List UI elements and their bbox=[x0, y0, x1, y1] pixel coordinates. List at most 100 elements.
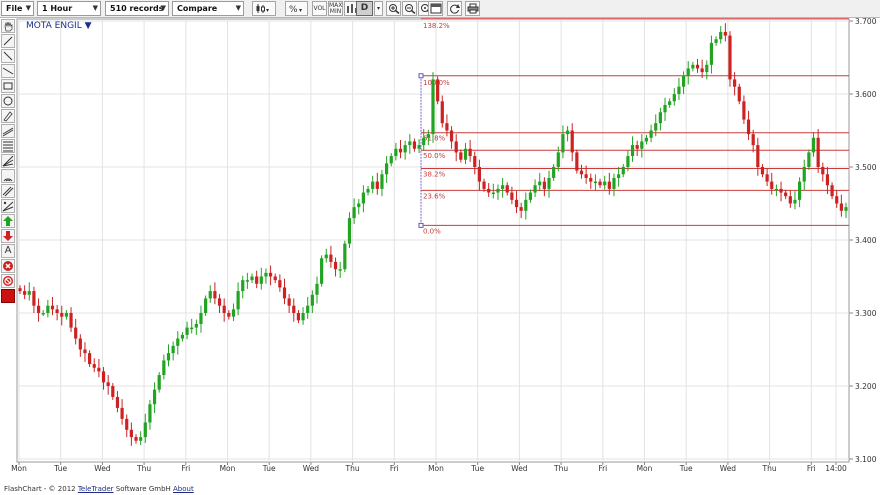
channel-icon bbox=[2, 127, 14, 137]
chart-type-button[interactable]: ▾ bbox=[252, 1, 276, 16]
ray-tool[interactable] bbox=[1, 64, 15, 78]
candle-down bbox=[436, 76, 440, 105]
candle-body bbox=[389, 156, 393, 164]
candle-body bbox=[677, 86, 681, 94]
candle-body bbox=[793, 199, 797, 204]
pen-tool[interactable] bbox=[1, 109, 15, 123]
candle-body bbox=[204, 298, 208, 313]
line-tool[interactable] bbox=[1, 34, 15, 48]
d-button[interactable]: D bbox=[356, 1, 373, 16]
candle-body bbox=[714, 39, 718, 43]
candle-body bbox=[556, 152, 560, 167]
arc-icon bbox=[3, 178, 13, 182]
trend-line-tool[interactable] bbox=[1, 49, 15, 63]
candle-body bbox=[408, 141, 412, 146]
x-tick-label: Tue bbox=[679, 464, 693, 473]
delete-all-tool[interactable] bbox=[1, 274, 15, 288]
candle-body bbox=[106, 382, 110, 386]
candle-body bbox=[380, 174, 384, 189]
y-tick-label: 3.400 bbox=[855, 236, 877, 245]
chevron-down-icon: ▼ bbox=[235, 4, 241, 12]
zoom-out-icon bbox=[404, 4, 415, 14]
candle-body bbox=[654, 123, 658, 131]
candle-body bbox=[760, 167, 765, 175]
print-button[interactable] bbox=[465, 1, 480, 16]
delete-icon bbox=[3, 261, 13, 271]
candle-body bbox=[839, 203, 843, 211]
volume-button[interactable]: VOL bbox=[312, 1, 327, 16]
parallel-lines-tool[interactable] bbox=[1, 184, 15, 198]
sell-arrow-tool[interactable] bbox=[1, 229, 15, 243]
records-select[interactable]: 510 records ▼ bbox=[105, 1, 169, 16]
text-a-icon: A bbox=[4, 245, 12, 256]
candle-body bbox=[125, 418, 129, 430]
x-tick-label: Thu bbox=[762, 464, 777, 473]
color-picker[interactable] bbox=[1, 289, 15, 303]
y-tick-label: 3.500 bbox=[855, 163, 877, 172]
teletrader-link[interactable]: TeleTrader bbox=[78, 485, 114, 493]
candle-body bbox=[148, 404, 152, 423]
minmax-button[interactable]: MAX MIN bbox=[328, 1, 343, 16]
candle-body bbox=[384, 163, 389, 175]
candle-body bbox=[519, 207, 523, 211]
instrument-title[interactable]: MOTA ENGIL ▼ bbox=[26, 21, 92, 31]
candle-body bbox=[139, 437, 143, 441]
file-menu-label: File bbox=[6, 4, 23, 13]
select-tool[interactable] bbox=[1, 19, 15, 33]
candle-body bbox=[352, 207, 356, 219]
delete-selected-tool[interactable] bbox=[1, 259, 15, 273]
fib-level-label: 50.0% bbox=[423, 152, 446, 160]
percent-toggle[interactable]: % ▾ bbox=[285, 1, 308, 16]
candle-body bbox=[487, 188, 491, 193]
fibonacci-retracement-tool[interactable] bbox=[1, 139, 15, 153]
candle-body bbox=[227, 313, 231, 317]
candle-body bbox=[649, 130, 653, 138]
zoom-in-button[interactable] bbox=[386, 1, 401, 16]
records-label: 510 records bbox=[110, 4, 164, 13]
text-tool[interactable]: A bbox=[1, 244, 15, 258]
svg-text:▾: ▾ bbox=[266, 7, 269, 14]
candle-body bbox=[811, 137, 816, 153]
compare-label: Compare bbox=[177, 4, 218, 13]
candle-body bbox=[162, 360, 166, 376]
d-dropdown[interactable]: ▾ bbox=[374, 1, 383, 16]
candle-body bbox=[78, 338, 82, 350]
fibonacci-fan-icon bbox=[2, 155, 14, 167]
ellipse-tool[interactable] bbox=[1, 94, 15, 108]
candle-body bbox=[672, 94, 676, 102]
fibonacci-lines-icon bbox=[3, 141, 13, 152]
candle-body bbox=[765, 174, 769, 182]
candle-body bbox=[644, 137, 649, 142]
candle-body bbox=[361, 192, 365, 204]
fibonacci-arc-tool[interactable] bbox=[1, 169, 15, 183]
y-tick-label: 3.200 bbox=[855, 382, 877, 391]
candle-body bbox=[55, 309, 59, 313]
file-menu[interactable]: File ▼ bbox=[1, 1, 34, 16]
buy-arrow-tool[interactable] bbox=[1, 214, 15, 228]
refresh-button[interactable] bbox=[447, 1, 462, 16]
candle-down bbox=[737, 83, 741, 105]
candlestick-icon: ▾ bbox=[256, 4, 269, 14]
candle-body bbox=[626, 156, 630, 167]
fibonacci-fan-tool[interactable] bbox=[1, 154, 15, 168]
speed-lines-tool[interactable] bbox=[1, 199, 15, 213]
candle-body bbox=[36, 305, 41, 313]
compare-select[interactable]: Compare ▼ bbox=[172, 1, 244, 16]
candle-body bbox=[347, 218, 352, 244]
delete-all-icon bbox=[3, 276, 13, 286]
rectangle-tool[interactable] bbox=[1, 79, 15, 93]
chevron-down-icon: ▼ bbox=[92, 4, 98, 12]
candle-body bbox=[273, 276, 277, 281]
channel-tool[interactable] bbox=[1, 124, 15, 138]
candle-body bbox=[607, 181, 611, 189]
candle-body bbox=[417, 145, 421, 149]
zoom-out-button[interactable] bbox=[402, 1, 417, 16]
candle-body bbox=[449, 130, 454, 142]
about-link[interactable]: About bbox=[173, 485, 194, 493]
candle-body bbox=[338, 269, 342, 271]
layout-button[interactable] bbox=[428, 1, 443, 16]
candle-body bbox=[194, 323, 198, 328]
candle-up bbox=[204, 295, 208, 316]
price-chart[interactable]: 138.2%100.0%61.8%50.0%38.2%23.6%0.0% 3.7… bbox=[0, 0, 880, 495]
interval-select[interactable]: 1 Hour ▼ bbox=[37, 1, 101, 16]
